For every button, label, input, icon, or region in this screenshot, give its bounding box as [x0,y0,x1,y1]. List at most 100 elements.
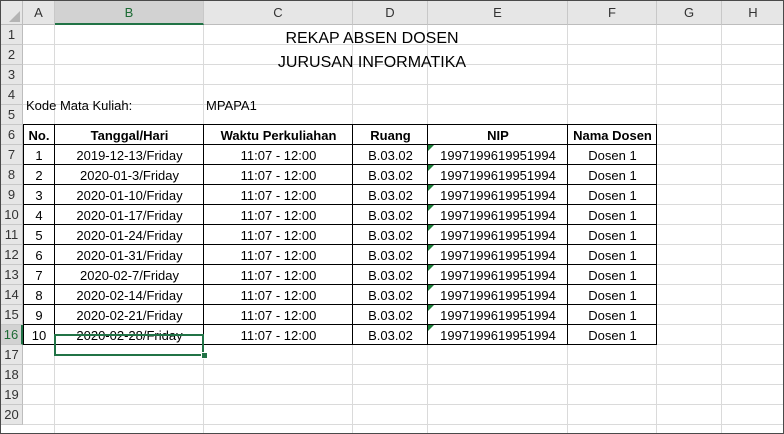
row-header-12[interactable]: 12 [1,245,23,265]
table-cell-lecturer[interactable]: Dosen 1 [568,305,657,325]
table-cell-room[interactable]: B.03.02 [353,145,428,165]
table-cell-room[interactable]: B.03.02 [353,265,428,285]
header-nip[interactable]: NIP [428,125,568,145]
table-cell-date[interactable]: 2020-02-7/Friday [55,265,204,285]
row-header-20[interactable]: 20 [1,405,23,425]
table-cell-room[interactable]: B.03.02 [353,325,428,345]
number-stored-as-text-indicator-icon[interactable] [428,265,434,271]
number-stored-as-text-indicator-icon[interactable] [428,225,434,231]
table-cell-lecturer[interactable]: Dosen 1 [568,165,657,185]
row-header-10[interactable]: 10 [1,205,23,225]
table-cell-date[interactable]: 2019-12-13/Friday [55,145,204,165]
table-cell-room[interactable]: B.03.02 [353,205,428,225]
table-cell-room[interactable]: B.03.02 [353,225,428,245]
column-header-e[interactable]: E [428,1,568,25]
table-cell-no[interactable]: 8 [23,285,55,305]
table-cell-room[interactable]: B.03.02 [353,245,428,265]
table-cell-lecturer[interactable]: Dosen 1 [568,185,657,205]
table-cell-time[interactable]: 11:07 - 12:00 [204,285,353,305]
table-cell-lecturer[interactable]: Dosen 1 [568,325,657,345]
header-date[interactable]: Tanggal/Hari [55,125,204,145]
table-cell-time[interactable]: 11:07 - 12:00 [204,165,353,185]
table-cell-no[interactable]: 4 [23,205,55,225]
select-all-corner[interactable] [1,1,23,25]
column-header-c[interactable]: C [204,1,353,25]
row-header-1[interactable]: 1 [1,25,23,45]
table-cell-nip[interactable]: 1997199619951994 [428,285,568,305]
row-header-4[interactable]: 4 [1,85,23,105]
table-cell-date[interactable]: 2020-02-21/Friday [55,305,204,325]
row-header-9[interactable]: 9 [1,185,23,205]
number-stored-as-text-indicator-icon[interactable] [428,305,434,311]
number-stored-as-text-indicator-icon[interactable] [428,325,434,331]
table-cell-no[interactable]: 6 [23,245,55,265]
table-cell-nip[interactable]: 1997199619951994 [428,145,568,165]
number-stored-as-text-indicator-icon[interactable] [428,165,434,171]
table-cell-nip[interactable]: 1997199619951994 [428,305,568,325]
row-header-2[interactable]: 2 [1,45,23,65]
row-header-7[interactable]: 7 [1,145,23,165]
row-header-8[interactable]: 8 [1,165,23,185]
table-cell-no[interactable]: 7 [23,265,55,285]
table-cell-time[interactable]: 11:07 - 12:00 [204,145,353,165]
table-cell-lecturer[interactable]: Dosen 1 [568,205,657,225]
table-cell-date[interactable]: 2020-01-31/Friday [55,245,204,265]
table-cell-room[interactable]: B.03.02 [353,305,428,325]
header-no[interactable]: No. [23,125,55,145]
active-cell-selection[interactable] [54,334,204,356]
row-header-13[interactable]: 13 [1,265,23,285]
table-cell-no[interactable]: 3 [23,185,55,205]
table-cell-room[interactable]: B.03.02 [353,165,428,185]
table-cell-lecturer[interactable]: Dosen 1 [568,265,657,285]
column-header-a[interactable]: A [23,1,55,25]
column-header-d[interactable]: D [353,1,428,25]
column-header-b[interactable]: B [55,1,204,25]
header-room[interactable]: Ruang [353,125,428,145]
table-cell-nip[interactable]: 1997199619951994 [428,185,568,205]
table-cell-no[interactable]: 9 [23,305,55,325]
course-code-value[interactable]: MPAPA1 [203,95,351,115]
table-cell-time[interactable]: 11:07 - 12:00 [204,185,353,205]
column-header-g[interactable]: G [657,1,722,25]
row-header-6[interactable]: 6 [1,125,23,145]
table-cell-time[interactable]: 11:07 - 12:00 [204,305,353,325]
row-header-15[interactable]: 15 [1,305,23,325]
title-cell-jurusan[interactable]: JURUSAN INFORMATIKA [23,53,721,73]
row-header-19[interactable]: 19 [1,385,23,405]
header-lecturer[interactable]: Nama Dosen [568,125,657,145]
course-code-label[interactable]: Kode Mata Kuliah: [23,95,203,115]
table-cell-nip[interactable]: 1997199619951994 [428,245,568,265]
row-header-18[interactable]: 18 [1,365,23,385]
number-stored-as-text-indicator-icon[interactable] [428,285,434,291]
table-cell-time[interactable]: 11:07 - 12:00 [204,265,353,285]
fill-handle[interactable] [201,352,208,359]
table-cell-no[interactable]: 5 [23,225,55,245]
number-stored-as-text-indicator-icon[interactable] [428,245,434,251]
title-cell-rekap[interactable]: REKAP ABSEN DOSEN [23,29,721,49]
table-cell-lecturer[interactable]: Dosen 1 [568,245,657,265]
table-cell-nip[interactable]: 1997199619951994 [428,225,568,245]
row-header-17[interactable]: 17 [1,345,23,365]
table-cell-lecturer[interactable]: Dosen 1 [568,145,657,165]
number-stored-as-text-indicator-icon[interactable] [428,145,434,151]
table-cell-nip[interactable]: 1997199619951994 [428,165,568,185]
row-header-5[interactable]: 5 [1,105,23,125]
table-cell-date[interactable]: 2020-01-3/Friday [55,165,204,185]
number-stored-as-text-indicator-icon[interactable] [428,185,434,191]
header-time[interactable]: Waktu Perkuliahan [204,125,353,145]
table-cell-date[interactable]: 2020-01-24/Friday [55,225,204,245]
table-cell-nip[interactable]: 1997199619951994 [428,265,568,285]
row-header-16[interactable]: 16 [1,325,23,345]
number-stored-as-text-indicator-icon[interactable] [428,205,434,211]
table-cell-time[interactable]: 11:07 - 12:00 [204,245,353,265]
table-cell-date[interactable]: 2020-01-10/Friday [55,185,204,205]
table-cell-no[interactable]: 10 [23,325,55,345]
row-header-14[interactable]: 14 [1,285,23,305]
table-cell-room[interactable]: B.03.02 [353,285,428,305]
column-header-f[interactable]: F [568,1,657,25]
table-cell-no[interactable]: 2 [23,165,55,185]
table-cell-time[interactable]: 11:07 - 12:00 [204,225,353,245]
table-cell-no[interactable]: 1 [23,145,55,165]
table-cell-room[interactable]: B.03.02 [353,185,428,205]
table-cell-lecturer[interactable]: Dosen 1 [568,285,657,305]
